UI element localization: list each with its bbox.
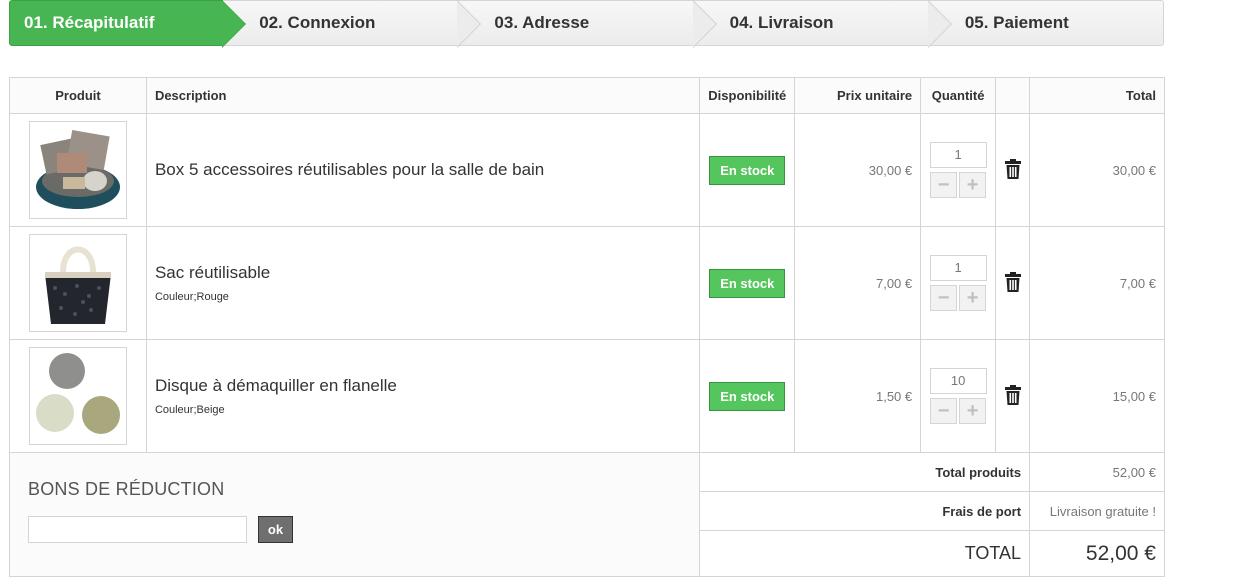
quantity-increase-button[interactable]: + bbox=[959, 398, 987, 424]
product-attributes: Couleur;Rouge bbox=[154, 291, 229, 303]
stock-badge: En stock bbox=[709, 268, 786, 298]
header-unit-price: Prix unitaire bbox=[794, 77, 922, 114]
table-row: Disque à démaquiller en flanelle Couleur… bbox=[9, 339, 1165, 453]
header-description: Description bbox=[145, 77, 701, 114]
total-label: TOTAL bbox=[699, 530, 1031, 577]
header-availability: Disponibilité bbox=[699, 77, 796, 114]
voucher-section: BONS DE RÉDUCTION ok bbox=[8, 452, 701, 577]
trash-icon[interactable] bbox=[1004, 384, 1021, 405]
unit-price: 7,00 € bbox=[794, 226, 922, 340]
total-products-value: 52,00 € bbox=[1029, 452, 1165, 492]
unit-price: 30,00 € bbox=[794, 113, 922, 227]
stock-badge: En stock bbox=[709, 155, 786, 185]
trash-icon[interactable] bbox=[1004, 271, 1021, 292]
step-shipping[interactable]: 04. Livraison bbox=[693, 0, 952, 48]
step-summary[interactable]: 01. Récapitulatif bbox=[9, 0, 247, 48]
total-value: 52,00 € bbox=[1029, 530, 1165, 577]
header-delete bbox=[995, 77, 1031, 114]
product-image-bathroom-box[interactable] bbox=[28, 121, 127, 219]
header-total: Total bbox=[1029, 77, 1165, 114]
line-total: 15,00 € bbox=[1029, 339, 1165, 453]
checkout-steps: 01. Récapitulatif 02. Connexion 03. Adre… bbox=[9, 0, 1165, 48]
table-header-row: Produit Description Disponibilité Prix u… bbox=[9, 77, 1165, 114]
step-label: 03. Adresse bbox=[494, 13, 590, 32]
product-name[interactable]: Box 5 accessoires réutilisables pour la … bbox=[155, 160, 699, 180]
quantity-increase-button[interactable]: + bbox=[959, 285, 987, 311]
line-total: 7,00 € bbox=[1029, 226, 1165, 340]
step-label: 05. Paiement bbox=[964, 13, 1069, 32]
header-product: Produit bbox=[9, 77, 147, 114]
quantity-input[interactable]: 10 bbox=[929, 368, 987, 394]
step-login[interactable]: 02. Connexion bbox=[223, 0, 482, 48]
shipping-label: Frais de port bbox=[699, 491, 1031, 531]
line-total: 30,00 € bbox=[1029, 113, 1165, 227]
quantity-increase-button[interactable]: + bbox=[959, 172, 987, 198]
product-image-flannel-pads[interactable] bbox=[28, 347, 127, 445]
quantity-input[interactable]: 1 bbox=[929, 255, 987, 281]
product-image-reusable-bag[interactable] bbox=[28, 234, 127, 332]
step-label: 02. Connexion bbox=[259, 13, 376, 32]
quantity-decrease-button[interactable]: − bbox=[930, 398, 958, 424]
table-row: Box 5 accessoires réutilisables pour la … bbox=[9, 113, 1165, 227]
product-name[interactable]: Sac réutilisable bbox=[155, 263, 699, 283]
quantity-input[interactable]: 1 bbox=[929, 142, 987, 168]
header-quantity: Quantité bbox=[920, 77, 997, 114]
voucher-ok-button[interactable]: ok bbox=[258, 516, 293, 543]
total-products-label: Total produits bbox=[699, 452, 1031, 492]
trash-icon[interactable] bbox=[1004, 158, 1021, 179]
shipping-value: Livraison gratuite ! bbox=[1029, 491, 1165, 531]
step-label: 01. Récapitulatif bbox=[24, 13, 155, 32]
stock-badge: En stock bbox=[709, 381, 786, 411]
step-payment[interactable]: 05. Paiement bbox=[928, 0, 1165, 46]
cart-table: Produit Description Disponibilité Prix u… bbox=[8, 77, 1165, 577]
quantity-decrease-button[interactable]: − bbox=[930, 172, 958, 198]
quantity-decrease-button[interactable]: − bbox=[930, 285, 958, 311]
product-attributes: Couleur;Beige bbox=[154, 404, 225, 416]
voucher-input[interactable] bbox=[28, 516, 247, 543]
table-row: Sac réutilisable Couleur;Rouge En stock … bbox=[9, 226, 1165, 340]
step-address[interactable]: 03. Adresse bbox=[458, 0, 717, 48]
product-name[interactable]: Disque à démaquiller en flanelle bbox=[155, 376, 699, 396]
step-label: 04. Livraison bbox=[729, 13, 834, 32]
unit-price: 1,50 € bbox=[794, 339, 922, 453]
voucher-title: BONS DE RÉDUCTION bbox=[28, 479, 225, 499]
